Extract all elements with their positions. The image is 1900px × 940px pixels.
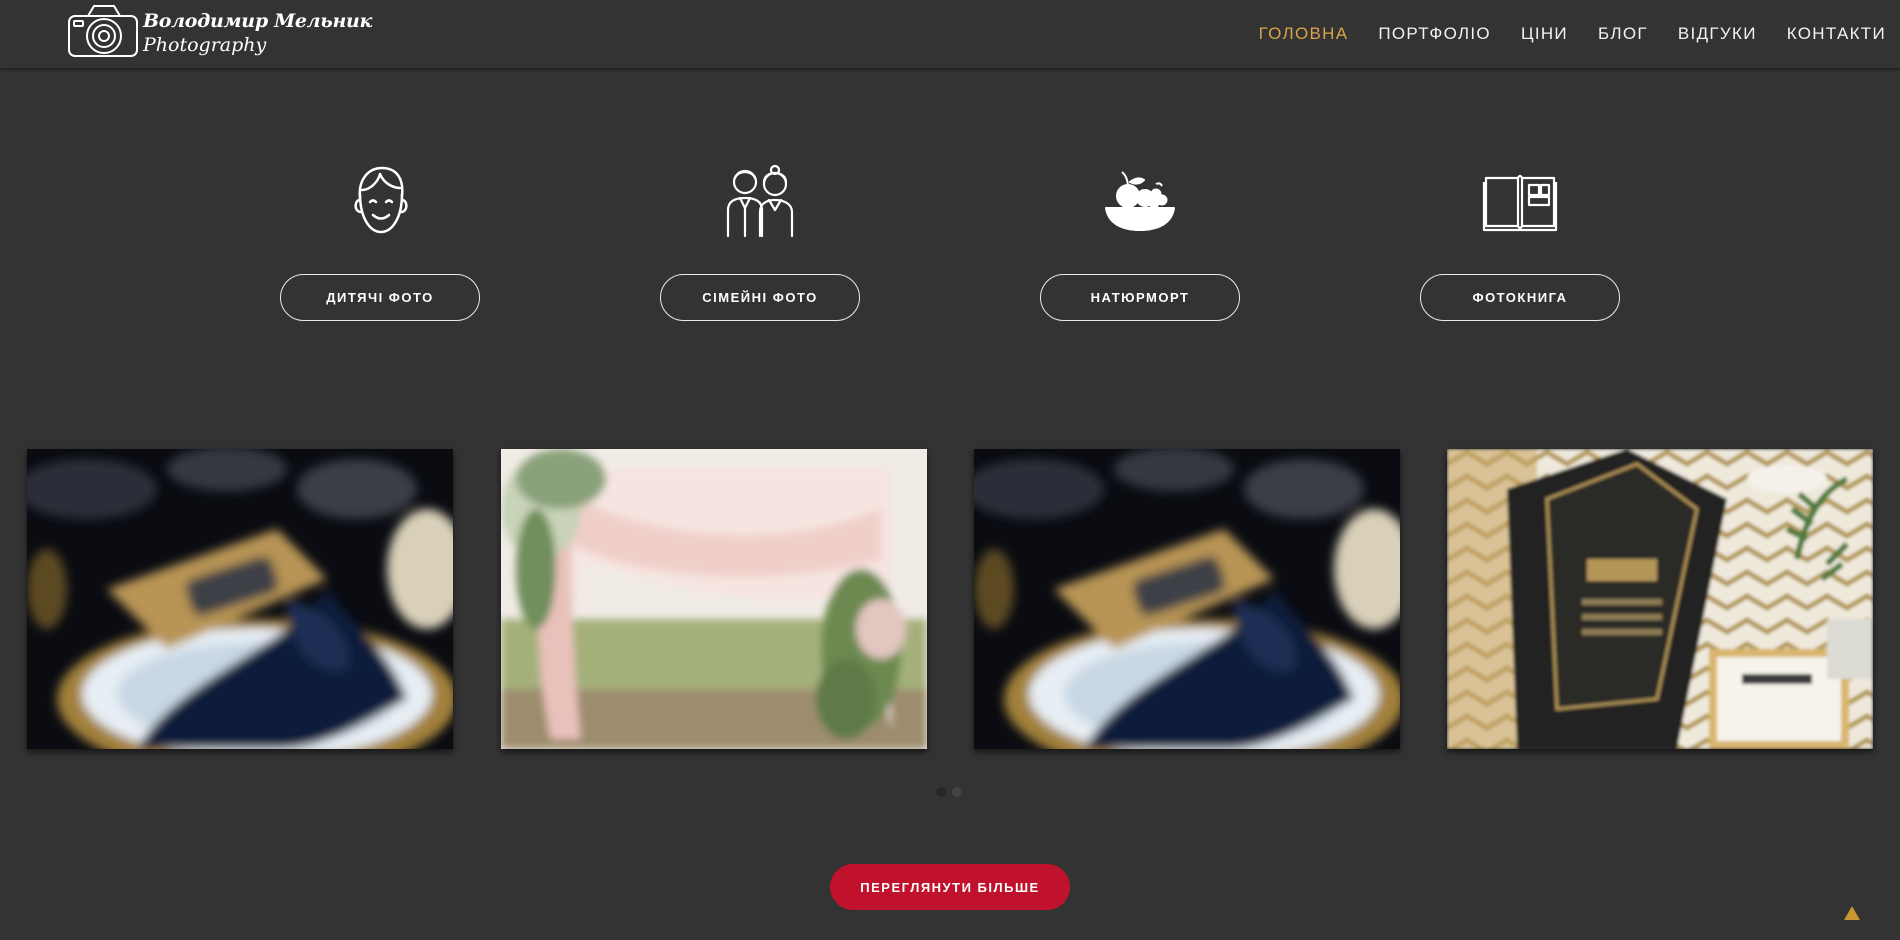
main-nav: ГОЛОВНА ПОРТФОЛІО ЦІНИ БЛОГ ВІДГУКИ КОНТ…: [1229, 0, 1886, 68]
nav-item-reviews[interactable]: ВІДГУКИ: [1678, 24, 1757, 44]
gallery-photo-table-setting[interactable]: [27, 449, 453, 749]
brand-logo[interactable]: Володимир Мельник Photography: [66, 0, 372, 68]
photobook-icon: [1482, 174, 1558, 232]
view-more-button[interactable]: ПЕРЕГЛЯНУТИ БІЛЬШЕ: [830, 864, 1070, 910]
carousel-dot-2[interactable]: [952, 787, 962, 797]
child-face-icon: [354, 166, 408, 234]
service-photobook: ФОТОКНИГА: [1420, 160, 1620, 321]
nav-item-home[interactable]: ГОЛОВНА: [1259, 24, 1349, 44]
brand-name: Володимир Мельник: [143, 10, 373, 32]
service-children: ДИТЯЧІ ФОТО: [280, 160, 480, 321]
scroll-to-top-icon[interactable]: [1843, 905, 1861, 921]
carousel-dot-1[interactable]: [936, 787, 946, 797]
camera-logo-icon: [68, 5, 138, 57]
services-section: ДИТЯЧІ ФОТО СІМЕЙНІ ФОТО НАТЮРМОРТ ФОТОК…: [0, 160, 1900, 330]
nav-item-portfolio[interactable]: ПОРТФОЛІО: [1378, 24, 1491, 44]
gallery-photo-invitation[interactable]: [1447, 449, 1873, 749]
service-still-life: НАТЮРМОРТ: [1040, 160, 1240, 321]
children-photo-button[interactable]: ДИТЯЧІ ФОТО: [280, 274, 480, 321]
photobook-button[interactable]: ФОТОКНИГА: [1420, 274, 1620, 321]
service-family: СІМЕЙНІ ФОТО: [660, 160, 860, 321]
brand-tagline: Photography: [143, 34, 267, 56]
site-header: Володимир Мельник Photography ГОЛОВНА ПО…: [0, 0, 1900, 68]
nav-item-prices[interactable]: ЦІНИ: [1521, 24, 1568, 44]
gallery-photo-table-setting-2[interactable]: [974, 449, 1400, 749]
family-couple-icon: [726, 164, 794, 238]
carousel-pagination: [936, 787, 968, 797]
photo-carousel: [0, 449, 1900, 749]
gallery-photo-wedding-arch[interactable]: [501, 449, 927, 749]
fruit-bowl-icon: [1105, 171, 1175, 231]
nav-item-contacts[interactable]: КОНТАКТИ: [1787, 24, 1886, 44]
still-life-button[interactable]: НАТЮРМОРТ: [1040, 274, 1240, 321]
nav-item-blog[interactable]: БЛОГ: [1598, 24, 1648, 44]
family-photo-button[interactable]: СІМЕЙНІ ФОТО: [660, 274, 860, 321]
